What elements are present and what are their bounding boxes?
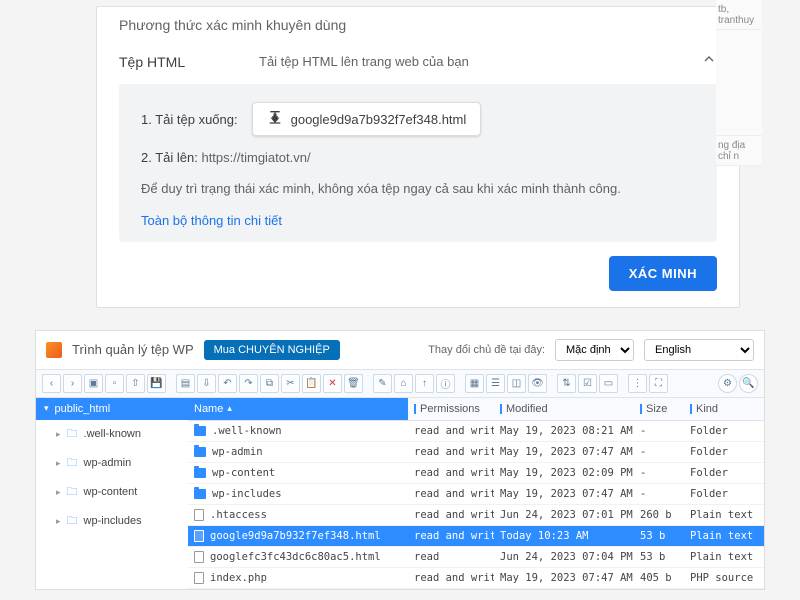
save-icon[interactable]: 💾 — [147, 374, 166, 393]
download-tb-icon[interactable]: ⇩ — [197, 374, 216, 393]
table-row[interactable]: index.phpread and writeMay 19, 2023 07:4… — [188, 568, 764, 589]
upload-url-link[interactable]: https://timgiatot.vn/ — [201, 150, 310, 165]
open-icon[interactable]: ▤ — [176, 374, 195, 393]
col-modified[interactable]: Modified — [494, 398, 634, 420]
select-all-icon[interactable]: ☑ — [578, 374, 597, 393]
file-manager: Trình quản lý tệp WP Mua CHUYÊN NGHIỆP T… — [35, 330, 765, 590]
back-icon[interactable]: ‹ — [42, 374, 61, 393]
folder-icon: 🗀 — [67, 483, 78, 502]
steps-panel: 1. Tải tệp xuống: google9d9a7b932f7ef348… — [119, 84, 717, 242]
folder-icon — [194, 489, 206, 499]
file-icon — [194, 509, 204, 521]
up-icon[interactable]: ↑ — [415, 374, 434, 393]
grid-icon[interactable]: ▦ — [465, 374, 484, 393]
tree-expand-icon: ▸ — [56, 429, 61, 440]
tree-item[interactable]: ▸🗀wp-admin — [36, 449, 188, 478]
rename-icon[interactable]: ✎ — [373, 374, 392, 393]
undo-icon[interactable]: ↶ — [218, 374, 237, 393]
tree-collapse-icon: ▾ — [44, 403, 49, 414]
download-icon — [267, 111, 283, 127]
verification-card: Phương thức xác minh khuyên dùng Tệp HTM… — [96, 6, 740, 308]
folder-icon: 🗀 — [67, 454, 78, 473]
list-icon[interactable]: ☰ — [486, 374, 505, 393]
file-icon — [194, 530, 204, 542]
preview-icon[interactable]: 👁 — [528, 374, 547, 393]
table-row[interactable]: .well-knownread and writeMay 19, 2023 08… — [188, 421, 764, 442]
download-filename: google9d9a7b932f7ef348.html — [291, 112, 467, 127]
col-permissions[interactable]: Permissions — [408, 398, 494, 420]
fullscreen-icon[interactable]: ⛶ — [649, 374, 668, 393]
full-details-link[interactable]: Toàn bộ thông tin chi tiết — [141, 213, 695, 228]
fm-toolbar: ‹ › ▣ ▫ ⇧ 💾 ▤ ⇩ ↶ ↷ ⧉ ✂ 📋 ✕ 🗑 ✎ ⌂ ↑ ⓘ ▦ … — [36, 369, 764, 397]
fm-header: Trình quản lý tệp WP Mua CHUYÊN NGHIỆP T… — [36, 331, 764, 369]
sort-icon[interactable]: ⇅ — [557, 374, 576, 393]
fm-title: Trình quản lý tệp WP — [72, 342, 194, 357]
step1-label: 1. Tải tệp xuống: — [141, 112, 238, 127]
fm-logo-icon — [46, 342, 62, 358]
method-row[interactable]: Tệp HTML Tải tệp HTML lên trang web của … — [119, 51, 717, 72]
cut-icon[interactable]: ✂ — [281, 374, 300, 393]
theme-label: Thay đổi chủ đề tại đây: — [428, 344, 545, 356]
table-row[interactable]: .htaccessread and writeJun 24, 2023 07:0… — [188, 505, 764, 526]
step2-prefix: 2. Tải lên: — [141, 150, 201, 165]
chevron-up-icon — [701, 51, 717, 72]
file-icon — [194, 551, 204, 563]
table-row[interactable]: googlefc3fc43dc6c80ac5.htmlreadJun 24, 2… — [188, 547, 764, 568]
table-row[interactable]: wp-contentread and writeMay 19, 2023 02:… — [188, 463, 764, 484]
search-icon[interactable]: 🔍 — [739, 374, 758, 393]
col-size[interactable]: Size — [634, 398, 684, 420]
tree-expand-icon: ▸ — [56, 487, 61, 498]
tree-expand-icon: ▸ — [56, 516, 61, 527]
tree-item[interactable]: ▸🗀.well-known — [36, 420, 188, 449]
tree-item[interactable]: ▸🗀wp-content — [36, 478, 188, 507]
new-folder-icon[interactable]: ▣ — [84, 374, 103, 393]
table-row[interactable]: google9d9a7b932f7ef348.htmlread and writ… — [188, 526, 764, 547]
home-icon[interactable]: ⌂ — [394, 374, 413, 393]
copy-icon[interactable]: ⧉ — [260, 374, 279, 393]
settings-icon[interactable]: ⚙ — [718, 374, 737, 393]
side-truncated-panel: tb, tranthuy ng địa chỉ n — [716, 0, 762, 308]
folder-icon — [194, 468, 206, 478]
delete-icon[interactable]: ✕ — [323, 374, 342, 393]
keep-note: Để duy trì trạng thái xác minh, không xó… — [141, 179, 695, 199]
trash-icon[interactable]: 🗑 — [344, 374, 363, 393]
theme-select[interactable]: Mặc định — [555, 339, 634, 361]
folder-icon — [194, 447, 206, 457]
tree-root[interactable]: ▾ public_html — [36, 398, 188, 420]
file-table: Name ▴ Permissions Modified Size Kind .w… — [188, 398, 764, 589]
redo-icon[interactable]: ↷ — [239, 374, 258, 393]
forward-icon[interactable]: › — [63, 374, 82, 393]
method-subtitle: Tải tệp HTML lên trang web của bạn — [259, 54, 701, 69]
language-select[interactable]: English — [644, 339, 754, 361]
columns-icon[interactable]: ◫ — [507, 374, 526, 393]
folder-tree: ▾ public_html ▸🗀.well-known▸🗀wp-admin▸🗀w… — [36, 398, 188, 589]
tree-item[interactable]: ▸🗀wp-includes — [36, 507, 188, 536]
card-heading: Phương thức xác minh khuyên dùng — [119, 17, 717, 33]
download-button[interactable]: google9d9a7b932f7ef348.html — [252, 102, 482, 136]
more1-icon[interactable]: ⋮ — [628, 374, 647, 393]
buy-pro-button[interactable]: Mua CHUYÊN NGHIỆP — [204, 340, 340, 360]
folder-icon: 🗀 — [67, 425, 78, 444]
folder-icon — [194, 426, 206, 436]
verify-button[interactable]: XÁC MINH — [609, 256, 717, 291]
method-title: Tệp HTML — [119, 54, 259, 70]
folder-icon: 🗀 — [67, 512, 78, 531]
new-file-icon[interactable]: ▫ — [105, 374, 124, 393]
upload-icon[interactable]: ⇧ — [126, 374, 145, 393]
table-row[interactable]: wp-includesread and writeMay 19, 2023 07… — [188, 484, 764, 505]
tree-expand-icon: ▸ — [56, 458, 61, 469]
file-icon — [194, 572, 204, 584]
info-icon[interactable]: ⓘ — [436, 374, 455, 393]
paste-icon[interactable]: 📋 — [302, 374, 321, 393]
table-header: Name ▴ Permissions Modified Size Kind — [188, 398, 764, 421]
col-kind[interactable]: Kind — [684, 398, 764, 420]
table-row[interactable]: wp-adminread and writeMay 19, 2023 07:47… — [188, 442, 764, 463]
window-icon[interactable]: ▭ — [599, 374, 618, 393]
col-name[interactable]: Name ▴ — [188, 398, 408, 420]
